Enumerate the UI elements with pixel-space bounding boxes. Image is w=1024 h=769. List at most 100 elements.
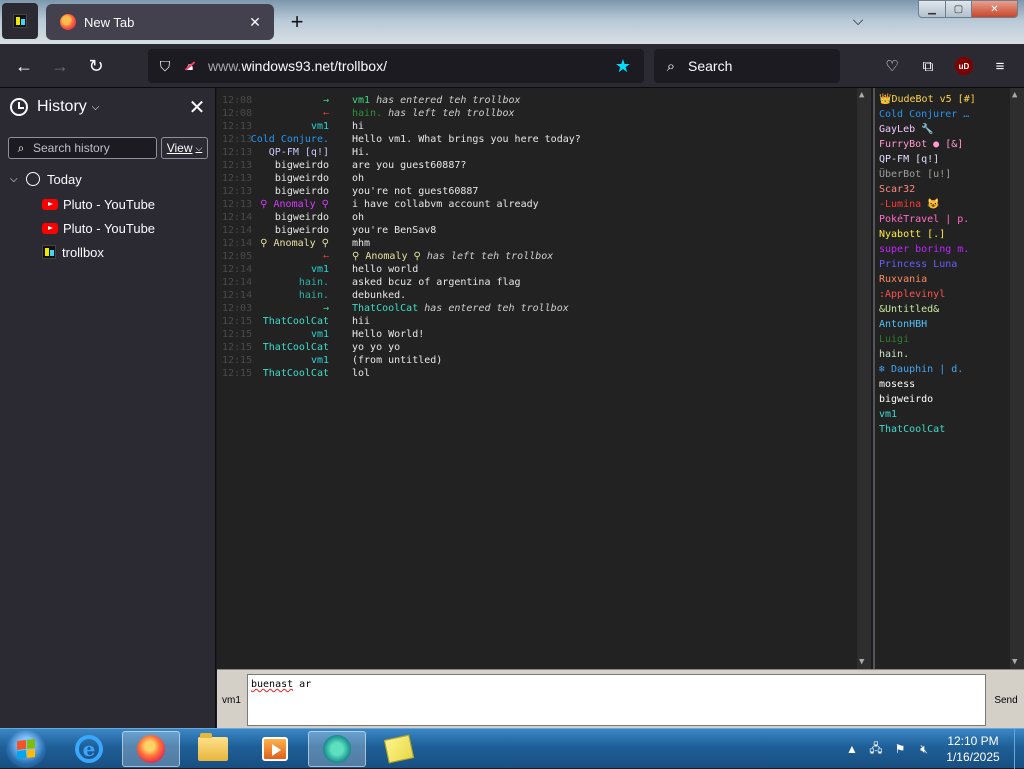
firefox-view-button[interactable] <box>2 3 38 39</box>
history-item[interactable]: Pluto - YouTube <box>42 195 155 213</box>
message-nick[interactable]: bigweirdo <box>275 185 329 198</box>
user-list-item[interactable]: GayLeb 🔧 <box>879 122 934 137</box>
user-list-item[interactable]: mosess <box>879 377 915 392</box>
message-nick[interactable]: vm1 <box>311 263 329 276</box>
list-all-tabs-icon[interactable]: ⌵ <box>848 10 868 30</box>
user-list-item[interactable]: 👑DudeBot v5 [#] <box>879 92 976 107</box>
show-desktop-button[interactable] <box>1014 729 1024 769</box>
volume-muted-icon[interactable]: 🔇︎ <box>916 741 932 757</box>
user-list-item[interactable]: super boring m. <box>879 242 969 257</box>
user-list-item[interactable]: &Untitled& <box>879 302 939 317</box>
message-nick[interactable]: bigweirdo <box>275 224 329 237</box>
user-list-item[interactable]: ❄ Dauphin | d. <box>879 362 963 377</box>
user-list-item[interactable]: Princess Luna <box>879 257 957 272</box>
system-event-user[interactable]: hain. <box>352 108 382 119</box>
system-event-user[interactable]: vm1 <box>352 95 370 106</box>
message-nick[interactable]: hain. <box>299 276 329 289</box>
user-list-item[interactable]: vm1 <box>879 407 897 422</box>
start-button[interactable] <box>6 730 46 768</box>
message-nick[interactable]: ⚲ Anomaly ⚲ <box>260 237 329 250</box>
user-list-item[interactable]: hain. <box>879 347 909 362</box>
message-nick[interactable]: hain. <box>299 289 329 302</box>
taskbar-sticky-notes[interactable] <box>370 731 428 767</box>
message-nick[interactable]: vm1 <box>311 354 329 367</box>
view-button[interactable]: View ⌵ <box>161 137 208 159</box>
new-tab-button[interactable]: + <box>284 8 310 36</box>
menu-icon[interactable]: ≡ <box>988 54 1012 78</box>
history-item[interactable]: trollbox <box>42 243 104 261</box>
insecure-lock-icon[interactable]: 🔒︎ <box>182 58 198 74</box>
message-nick[interactable]: bigweirdo <box>275 159 329 172</box>
taskbar-app[interactable] <box>308 731 366 767</box>
ublock-icon[interactable]: uD <box>952 54 976 78</box>
system-event-user[interactable]: ⚲ Anomaly ⚲ <box>352 251 421 262</box>
message-nick[interactable]: Cold Conjure. <box>251 133 329 146</box>
user-list-item[interactable]: :Applevinyl <box>879 287 945 302</box>
user-list-item[interactable]: Ruxvania <box>879 272 927 287</box>
minimize-button[interactable]: ▁ <box>918 0 946 18</box>
url-bar[interactable]: ⛉ 🔒︎ www.windows93.net/trollbox/ ★ <box>148 49 644 83</box>
back-button[interactable]: ← <box>10 52 38 80</box>
user-list-item[interactable]: Luigi <box>879 332 909 347</box>
user-list-item[interactable]: PokéTravel | p. <box>879 212 969 227</box>
message-nick[interactable]: ← <box>323 107 329 120</box>
message-nick[interactable]: ⚲ Anomaly ⚲ <box>260 198 329 211</box>
message-nick[interactable]: → <box>323 302 329 315</box>
forward-button[interactable]: → <box>46 52 74 80</box>
reload-button[interactable]: ↻ <box>82 52 110 80</box>
action-center-flag-icon[interactable]: ⚑ <box>892 741 908 757</box>
nickname-button[interactable]: vm1 <box>217 674 246 726</box>
tab-new-tab[interactable]: New Tab ✕ <box>46 4 274 40</box>
bookmark-star-icon[interactable]: ★ <box>612 55 634 77</box>
message-nick[interactable]: bigweirdo <box>275 211 329 224</box>
trollbox-user-list[interactable]: ▲ ▼ 👑DudeBot v5 [#] Cold Conjurer … GayLeb… <box>873 88 1024 669</box>
extensions-icon[interactable]: ⧉ <box>916 54 940 78</box>
message-nick[interactable]: vm1 <box>311 328 329 341</box>
user-list-item[interactable]: FurryBot ● [&] <box>879 137 963 152</box>
message-nick[interactable]: ThatCoolCat <box>263 341 329 354</box>
send-button[interactable]: Send <box>988 674 1024 726</box>
message-nick[interactable]: → <box>323 94 329 107</box>
user-list-item[interactable]: QP-FM [q!] <box>879 152 939 167</box>
message-nick[interactable]: ThatCoolCat <box>263 367 329 380</box>
search-history-input[interactable]: ⌕ Search history <box>8 137 157 159</box>
user-list-item[interactable]: Scar32 <box>879 182 915 197</box>
scroll-up-icon[interactable]: ▲ <box>1012 90 1017 100</box>
taskbar-ie[interactable]: e <box>60 731 118 767</box>
message-nick[interactable]: QP-FM [q!] <box>269 146 329 159</box>
user-list-item[interactable]: bigweirdo <box>879 392 933 407</box>
message-nick[interactable]: vm1 <box>311 120 329 133</box>
system-event-user[interactable]: ThatCoolCat <box>352 303 418 314</box>
scroll-up-icon[interactable]: ▲ <box>859 90 864 100</box>
history-item[interactable]: Pluto - YouTube <box>42 219 155 237</box>
user-list-item[interactable]: AntonHBH <box>879 317 927 332</box>
taskbar-media-player[interactable] <box>246 731 304 767</box>
history-group-today[interactable]: ⌵ Today <box>10 170 82 188</box>
userlist-scrollbar[interactable]: ▲ ▼ <box>1010 88 1024 669</box>
maximize-button[interactable]: ▢ <box>945 0 972 18</box>
search-bar[interactable]: ⌕ Search <box>654 49 840 83</box>
chat-scrollbar[interactable]: ▲ ▼ <box>857 88 871 669</box>
message-input[interactable]: buenast ar <box>247 674 986 726</box>
sidebar-switcher[interactable]: History ⌵ <box>10 96 99 118</box>
user-list-item[interactable]: -Lumina 😺 <box>879 197 940 212</box>
close-sidebar-icon[interactable]: ✕ <box>186 96 208 119</box>
shield-icon[interactable]: ⛉ <box>156 57 174 75</box>
user-list-item[interactable]: Nyabott [.] <box>879 227 945 242</box>
message-nick[interactable]: bigweirdo <box>275 172 329 185</box>
close-window-button[interactable]: ✕ <box>971 0 1018 18</box>
system-clock[interactable]: 12:10 PM 1/16/2025 <box>938 733 1008 765</box>
network-icon[interactable]: 🖧 <box>868 741 884 757</box>
url-text[interactable]: www.windows93.net/trollbox/ <box>208 58 612 74</box>
message-nick[interactable]: ← <box>323 250 329 263</box>
scroll-down-icon[interactable]: ▼ <box>859 657 864 667</box>
close-tab-icon[interactable]: ✕ <box>244 11 266 33</box>
user-list-item[interactable]: ThatCoolCat <box>879 422 945 437</box>
pocket-icon[interactable]: ♡ <box>880 54 904 78</box>
show-hidden-icons[interactable]: ▲ <box>844 741 860 757</box>
trollbox-chat-log[interactable]: ▲ ▼ 12:08 → vm1 has entered teh trollbox 12… <box>217 88 871 669</box>
taskbar-explorer[interactable] <box>184 731 242 767</box>
user-list-item[interactable]: Cold Conjurer … <box>879 107 969 122</box>
scroll-down-icon[interactable]: ▼ <box>1012 657 1017 667</box>
user-list-item[interactable]: ÜberBot [u!] <box>879 167 951 182</box>
